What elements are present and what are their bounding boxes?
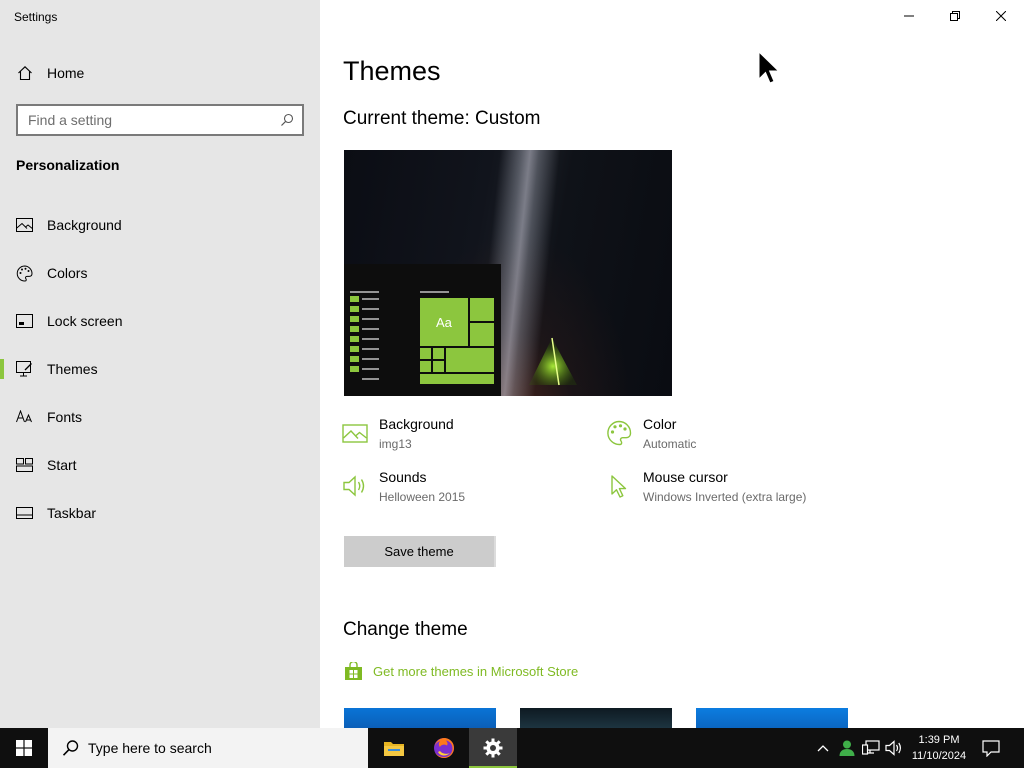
sidebar-item-themes[interactable]: Themes: [0, 345, 320, 393]
home-label: Home: [47, 65, 85, 81]
minimize-icon: [904, 15, 914, 17]
settings-taskbar-button[interactable]: [469, 728, 517, 768]
background-property[interactable]: Background img13: [342, 416, 454, 451]
theme-thumbnail-windows[interactable]: [344, 708, 496, 728]
firefox-taskbar-button[interactable]: [420, 728, 468, 768]
taskbar-icon: [16, 505, 33, 522]
sounds-label: Sounds: [379, 469, 427, 485]
file-explorer-icon: [384, 742, 404, 756]
color-label: Color: [643, 416, 677, 432]
close-icon: [996, 11, 1006, 21]
color-property[interactable]: Color Automatic: [606, 416, 696, 451]
microsoft-store-link[interactable]: Get more themes in Microsoft Store: [344, 662, 578, 681]
sidebar-item-fonts[interactable]: Fonts: [0, 393, 320, 441]
preview-tile-text: Aa: [436, 315, 452, 330]
theme-properties: Background img13 Color Automatic Sounds …: [342, 416, 1022, 526]
notification-icon: [982, 739, 1000, 757]
clock-date: 11/10/2024: [911, 750, 967, 762]
mouse-pointer-icon: [758, 51, 780, 84]
sidebar-item-label: Colors: [47, 265, 88, 281]
home-icon: [16, 65, 33, 82]
taskbar-search-input[interactable]: [88, 729, 358, 767]
color-palette-icon: [607, 420, 632, 446]
preview-start-tiles: [350, 291, 494, 384]
user-icon: [839, 740, 855, 756]
mouse-cursor-value: Windows Inverted (extra large): [643, 490, 807, 504]
volume-icon: [885, 740, 901, 756]
section-title: Personalization: [16, 157, 120, 173]
start-icon: [16, 457, 33, 474]
action-center-button[interactable]: [978, 728, 1004, 768]
sidebar-item-taskbar[interactable]: Taskbar: [0, 489, 320, 537]
image-icon: [16, 217, 33, 234]
mouse-cursor-icon: [611, 475, 627, 498]
sidebar-item-label: Themes: [47, 361, 98, 377]
gear-icon: [483, 738, 503, 758]
home-nav-item[interactable]: Home: [16, 62, 84, 84]
theme-thumbnail-windows-blue[interactable]: [696, 708, 848, 728]
sidebar-item-lock-screen[interactable]: Lock screen: [0, 297, 320, 345]
lock-screen-icon: [16, 313, 33, 330]
mouse-cursor-property[interactable]: Mouse cursor Windows Inverted (extra lar…: [606, 469, 806, 504]
themes-icon: [16, 361, 33, 378]
sidebar-item-label: Fonts: [47, 409, 83, 425]
user-tray-button[interactable]: [836, 728, 858, 768]
start-button[interactable]: [0, 728, 48, 768]
window-controls: [886, 0, 1024, 32]
speaker-icon: [343, 475, 365, 497]
palette-icon: [16, 264, 33, 282]
store-link-label: Get more themes in Microsoft Store: [373, 664, 579, 679]
network-icon: [862, 740, 880, 755]
search-icon: [62, 740, 79, 756]
minimize-button[interactable]: [886, 0, 932, 32]
taskbar: 1:39 PM 11/10/2024: [0, 728, 1024, 768]
content-pane: Themes Current theme: Custom Aa Backgrou…: [320, 0, 1024, 728]
theme-thumbnail-dark[interactable]: [520, 708, 672, 728]
clock-time: 1:39 PM: [918, 734, 960, 746]
sounds-value: Helloween 2015: [379, 490, 466, 504]
background-value: img13: [379, 437, 412, 451]
sounds-property[interactable]: Sounds Helloween 2015: [342, 469, 465, 504]
color-value: Automatic: [643, 437, 697, 451]
background-image-icon: [342, 424, 368, 443]
tent-icon: [529, 337, 577, 386]
current-theme-label: Current theme: Custom: [343, 108, 541, 129]
windows-logo-icon: [16, 740, 32, 756]
taskbar-clock[interactable]: 1:39 PM 11/10/2024: [904, 728, 974, 768]
network-tray-button[interactable]: [860, 728, 882, 768]
show-hidden-icons-button[interactable]: [812, 728, 834, 768]
app-title: Settings: [14, 10, 58, 24]
sidebar-item-colors[interactable]: Colors: [0, 249, 320, 297]
preview-start-menu: Aa: [344, 264, 501, 396]
mouse-cursor-label: Mouse cursor: [643, 469, 728, 485]
restore-icon: [950, 11, 960, 21]
sidebar-item-label: Lock screen: [47, 313, 123, 329]
page-title: Themes: [343, 56, 441, 86]
sidebar-item-start[interactable]: Start: [0, 441, 320, 489]
volume-tray-button[interactable]: [883, 728, 905, 768]
fonts-icon: [16, 409, 33, 426]
change-theme-title: Change theme: [343, 619, 468, 640]
personalization-nav: Background Colors Lock screen Themes Fon…: [0, 201, 320, 537]
sidebar-item-label: Background: [47, 217, 122, 233]
background-label: Background: [379, 416, 454, 432]
theme-thumbnails: [344, 708, 848, 728]
search-icon[interactable]: [280, 113, 294, 132]
taskbar-search-box[interactable]: [48, 728, 368, 768]
restore-button[interactable]: [932, 0, 978, 32]
theme-preview: Aa: [344, 150, 672, 396]
save-theme-button[interactable]: Save theme: [344, 536, 496, 567]
settings-search-input[interactable]: [18, 106, 278, 134]
firefox-icon: [434, 738, 454, 758]
settings-search-box[interactable]: [16, 104, 304, 136]
sidebar-item-label: Taskbar: [47, 505, 97, 521]
chevron-up-icon: [817, 745, 829, 752]
file-explorer-taskbar-button[interactable]: [370, 728, 418, 768]
sidebar-item-label: Start: [47, 457, 77, 473]
sidebar-item-background[interactable]: Background: [0, 201, 320, 249]
close-button[interactable]: [978, 0, 1024, 32]
store-bag-icon: [345, 662, 362, 680]
sidebar: Settings Home Personalization Background…: [0, 0, 320, 728]
